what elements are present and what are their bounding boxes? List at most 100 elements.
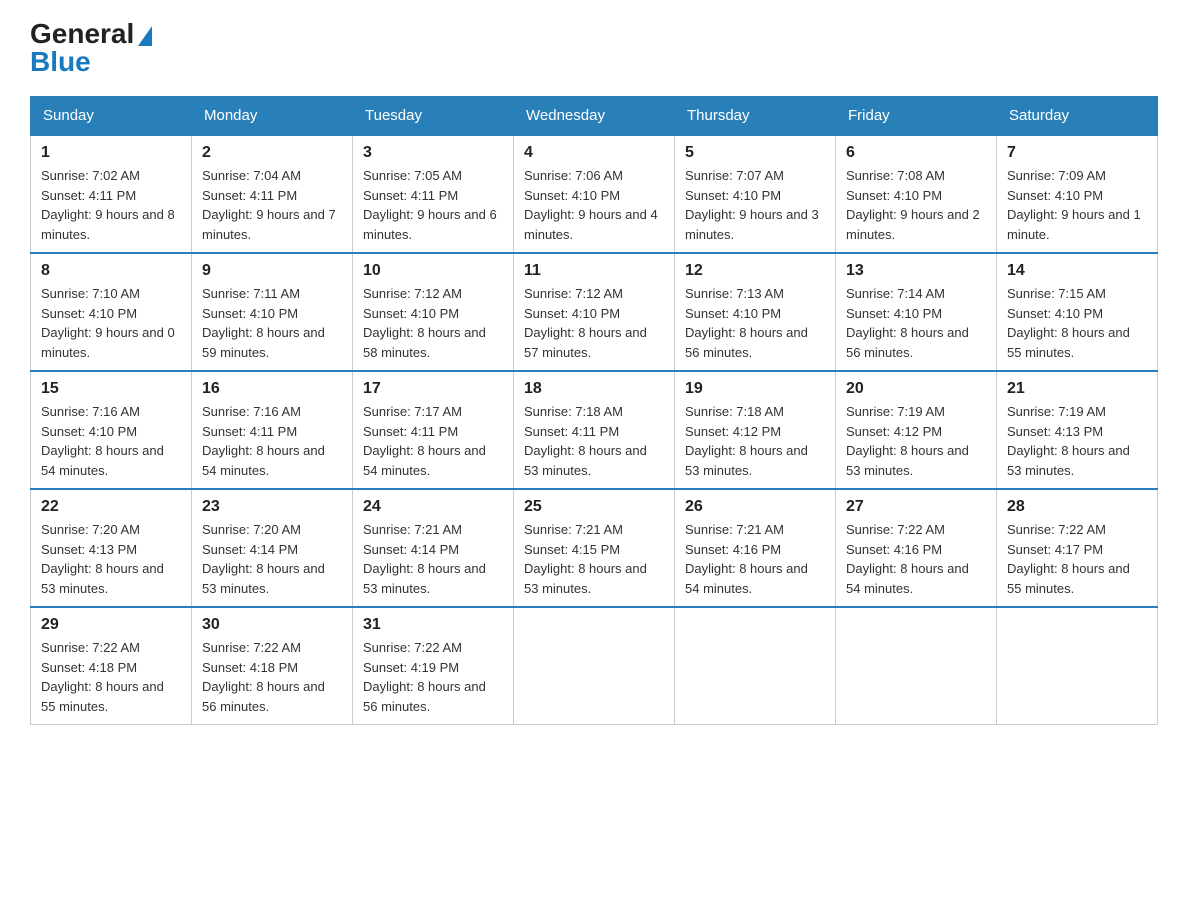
day-info: Sunrise: 7:21 AM Sunset: 4:14 PM Dayligh… — [363, 520, 503, 598]
day-info: Sunrise: 7:18 AM Sunset: 4:11 PM Dayligh… — [524, 402, 664, 480]
day-number: 7 — [1007, 144, 1147, 162]
day-info: Sunrise: 7:13 AM Sunset: 4:10 PM Dayligh… — [685, 284, 825, 362]
day-info: Sunrise: 7:18 AM Sunset: 4:12 PM Dayligh… — [685, 402, 825, 480]
day-info: Sunrise: 7:10 AM Sunset: 4:10 PM Dayligh… — [41, 284, 181, 362]
column-header-sunday: Sunday — [31, 97, 192, 136]
week-row-4: 22 Sunrise: 7:20 AM Sunset: 4:13 PM Dayl… — [31, 489, 1158, 607]
day-info: Sunrise: 7:22 AM Sunset: 4:19 PM Dayligh… — [363, 638, 503, 716]
day-info: Sunrise: 7:22 AM Sunset: 4:18 PM Dayligh… — [41, 638, 181, 716]
day-number: 13 — [846, 262, 986, 280]
logo-blue-text: Blue — [30, 48, 91, 76]
day-cell — [997, 607, 1158, 725]
day-number: 16 — [202, 380, 342, 398]
day-number: 30 — [202, 616, 342, 634]
page-header: General Blue — [30, 20, 1158, 76]
day-number: 12 — [685, 262, 825, 280]
day-cell: 9 Sunrise: 7:11 AM Sunset: 4:10 PM Dayli… — [192, 253, 353, 371]
day-cell: 28 Sunrise: 7:22 AM Sunset: 4:17 PM Dayl… — [997, 489, 1158, 607]
day-info: Sunrise: 7:09 AM Sunset: 4:10 PM Dayligh… — [1007, 166, 1147, 244]
day-number: 25 — [524, 498, 664, 516]
day-info: Sunrise: 7:06 AM Sunset: 4:10 PM Dayligh… — [524, 166, 664, 244]
week-row-3: 15 Sunrise: 7:16 AM Sunset: 4:10 PM Dayl… — [31, 371, 1158, 489]
day-number: 23 — [202, 498, 342, 516]
week-row-1: 1 Sunrise: 7:02 AM Sunset: 4:11 PM Dayli… — [31, 135, 1158, 253]
day-number: 24 — [363, 498, 503, 516]
day-cell: 24 Sunrise: 7:21 AM Sunset: 4:14 PM Dayl… — [353, 489, 514, 607]
day-number: 3 — [363, 144, 503, 162]
day-cell: 1 Sunrise: 7:02 AM Sunset: 4:11 PM Dayli… — [31, 135, 192, 253]
day-number: 9 — [202, 262, 342, 280]
day-cell: 6 Sunrise: 7:08 AM Sunset: 4:10 PM Dayli… — [836, 135, 997, 253]
day-cell: 13 Sunrise: 7:14 AM Sunset: 4:10 PM Dayl… — [836, 253, 997, 371]
day-cell — [514, 607, 675, 725]
day-info: Sunrise: 7:22 AM Sunset: 4:18 PM Dayligh… — [202, 638, 342, 716]
day-info: Sunrise: 7:02 AM Sunset: 4:11 PM Dayligh… — [41, 166, 181, 244]
day-number: 14 — [1007, 262, 1147, 280]
day-cell: 25 Sunrise: 7:21 AM Sunset: 4:15 PM Dayl… — [514, 489, 675, 607]
day-number: 17 — [363, 380, 503, 398]
day-cell — [675, 607, 836, 725]
day-cell: 22 Sunrise: 7:20 AM Sunset: 4:13 PM Dayl… — [31, 489, 192, 607]
day-cell: 4 Sunrise: 7:06 AM Sunset: 4:10 PM Dayli… — [514, 135, 675, 253]
week-row-2: 8 Sunrise: 7:10 AM Sunset: 4:10 PM Dayli… — [31, 253, 1158, 371]
day-info: Sunrise: 7:12 AM Sunset: 4:10 PM Dayligh… — [363, 284, 503, 362]
day-cell: 20 Sunrise: 7:19 AM Sunset: 4:12 PM Dayl… — [836, 371, 997, 489]
column-header-tuesday: Tuesday — [353, 97, 514, 136]
day-cell: 7 Sunrise: 7:09 AM Sunset: 4:10 PM Dayli… — [997, 135, 1158, 253]
day-cell: 19 Sunrise: 7:18 AM Sunset: 4:12 PM Dayl… — [675, 371, 836, 489]
day-info: Sunrise: 7:20 AM Sunset: 4:13 PM Dayligh… — [41, 520, 181, 598]
week-row-5: 29 Sunrise: 7:22 AM Sunset: 4:18 PM Dayl… — [31, 607, 1158, 725]
day-number: 2 — [202, 144, 342, 162]
day-cell: 2 Sunrise: 7:04 AM Sunset: 4:11 PM Dayli… — [192, 135, 353, 253]
day-cell: 8 Sunrise: 7:10 AM Sunset: 4:10 PM Dayli… — [31, 253, 192, 371]
day-info: Sunrise: 7:11 AM Sunset: 4:10 PM Dayligh… — [202, 284, 342, 362]
day-number: 21 — [1007, 380, 1147, 398]
day-info: Sunrise: 7:19 AM Sunset: 4:12 PM Dayligh… — [846, 402, 986, 480]
column-header-wednesday: Wednesday — [514, 97, 675, 136]
logo: General Blue — [30, 20, 152, 76]
day-number: 20 — [846, 380, 986, 398]
day-number: 28 — [1007, 498, 1147, 516]
day-cell: 15 Sunrise: 7:16 AM Sunset: 4:10 PM Dayl… — [31, 371, 192, 489]
day-info: Sunrise: 7:14 AM Sunset: 4:10 PM Dayligh… — [846, 284, 986, 362]
day-info: Sunrise: 7:08 AM Sunset: 4:10 PM Dayligh… — [846, 166, 986, 244]
day-info: Sunrise: 7:12 AM Sunset: 4:10 PM Dayligh… — [524, 284, 664, 362]
column-header-thursday: Thursday — [675, 97, 836, 136]
day-info: Sunrise: 7:07 AM Sunset: 4:10 PM Dayligh… — [685, 166, 825, 244]
day-info: Sunrise: 7:20 AM Sunset: 4:14 PM Dayligh… — [202, 520, 342, 598]
day-cell: 29 Sunrise: 7:22 AM Sunset: 4:18 PM Dayl… — [31, 607, 192, 725]
day-cell: 3 Sunrise: 7:05 AM Sunset: 4:11 PM Dayli… — [353, 135, 514, 253]
day-cell: 5 Sunrise: 7:07 AM Sunset: 4:10 PM Dayli… — [675, 135, 836, 253]
calendar-header-row: SundayMondayTuesdayWednesdayThursdayFrid… — [31, 97, 1158, 136]
day-info: Sunrise: 7:15 AM Sunset: 4:10 PM Dayligh… — [1007, 284, 1147, 362]
calendar-table: SundayMondayTuesdayWednesdayThursdayFrid… — [30, 96, 1158, 725]
day-cell: 16 Sunrise: 7:16 AM Sunset: 4:11 PM Dayl… — [192, 371, 353, 489]
day-cell: 14 Sunrise: 7:15 AM Sunset: 4:10 PM Dayl… — [997, 253, 1158, 371]
day-number: 4 — [524, 144, 664, 162]
column-header-monday: Monday — [192, 97, 353, 136]
day-info: Sunrise: 7:17 AM Sunset: 4:11 PM Dayligh… — [363, 402, 503, 480]
day-cell: 17 Sunrise: 7:17 AM Sunset: 4:11 PM Dayl… — [353, 371, 514, 489]
day-cell: 30 Sunrise: 7:22 AM Sunset: 4:18 PM Dayl… — [192, 607, 353, 725]
day-info: Sunrise: 7:16 AM Sunset: 4:11 PM Dayligh… — [202, 402, 342, 480]
column-header-friday: Friday — [836, 97, 997, 136]
day-cell: 27 Sunrise: 7:22 AM Sunset: 4:16 PM Dayl… — [836, 489, 997, 607]
day-number: 6 — [846, 144, 986, 162]
day-cell: 18 Sunrise: 7:18 AM Sunset: 4:11 PM Dayl… — [514, 371, 675, 489]
day-cell: 26 Sunrise: 7:21 AM Sunset: 4:16 PM Dayl… — [675, 489, 836, 607]
day-number: 18 — [524, 380, 664, 398]
day-number: 31 — [363, 616, 503, 634]
day-number: 29 — [41, 616, 181, 634]
day-number: 5 — [685, 144, 825, 162]
day-info: Sunrise: 7:19 AM Sunset: 4:13 PM Dayligh… — [1007, 402, 1147, 480]
day-number: 19 — [685, 380, 825, 398]
logo-general-text: General — [30, 20, 152, 48]
column-header-saturday: Saturday — [997, 97, 1158, 136]
day-number: 8 — [41, 262, 181, 280]
day-number: 15 — [41, 380, 181, 398]
day-info: Sunrise: 7:21 AM Sunset: 4:16 PM Dayligh… — [685, 520, 825, 598]
day-cell: 23 Sunrise: 7:20 AM Sunset: 4:14 PM Dayl… — [192, 489, 353, 607]
day-info: Sunrise: 7:16 AM Sunset: 4:10 PM Dayligh… — [41, 402, 181, 480]
day-cell: 10 Sunrise: 7:12 AM Sunset: 4:10 PM Dayl… — [353, 253, 514, 371]
day-cell: 21 Sunrise: 7:19 AM Sunset: 4:13 PM Dayl… — [997, 371, 1158, 489]
